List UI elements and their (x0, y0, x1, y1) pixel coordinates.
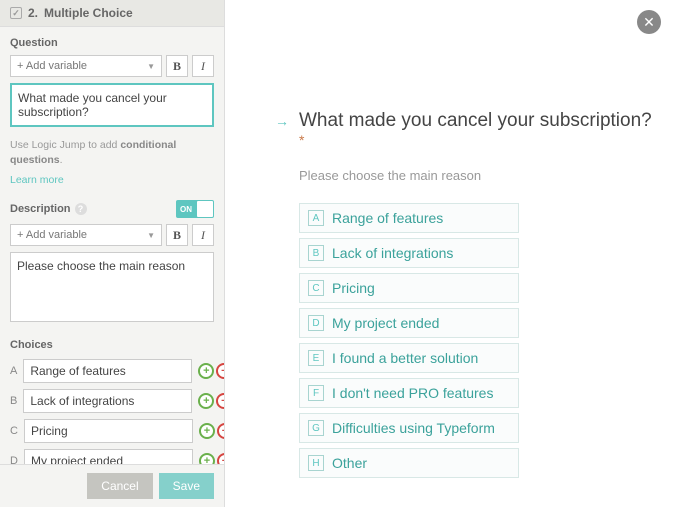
preview-options: A Range of features B Lack of integrations C… (299, 203, 519, 478)
option-label: Lack of integrations (332, 245, 453, 261)
preview-option[interactable]: H Other (299, 448, 519, 478)
question-number: 2. (28, 6, 38, 20)
preview-option[interactable]: G Difficulties using Typeform (299, 413, 519, 443)
choices-label: Choices (10, 339, 214, 351)
learn-more-link[interactable]: Learn more (10, 174, 64, 186)
choice-letter: C (10, 425, 18, 437)
choice-input[interactable] (23, 389, 192, 413)
description-label: Description? ON (10, 200, 214, 218)
option-label: Difficulties using Typeform (332, 420, 495, 436)
choice-row: C+−$ (10, 419, 214, 443)
choice-row: D+−$ (10, 449, 214, 464)
preview-description: Please choose the main reason (299, 168, 655, 183)
required-indicator: * (299, 132, 304, 148)
remove-choice-button[interactable]: − (217, 453, 224, 464)
remove-choice-button[interactable]: − (216, 363, 224, 379)
option-key: D (308, 315, 324, 331)
description-toggle[interactable]: ON (176, 200, 214, 218)
preview-question-title: What made you cancel your subscription?* (299, 110, 655, 158)
choice-letter: A (10, 365, 17, 377)
bold-button-desc[interactable]: B (166, 224, 188, 246)
choice-row: B+−$ (10, 389, 214, 413)
option-key: B (308, 245, 324, 261)
option-key: A (308, 210, 324, 226)
add-variable-dropdown-desc[interactable]: + Add variable ▼ (10, 224, 162, 246)
add-choice-button[interactable]: + (198, 393, 214, 409)
choice-input[interactable] (23, 359, 192, 383)
bold-button[interactable]: B (166, 55, 188, 77)
question-type: Multiple Choice (44, 6, 133, 20)
option-label: My project ended (332, 315, 439, 331)
remove-choice-button[interactable]: − (217, 423, 224, 439)
choices-list: A+−$B+−$C+−$D+−$E+−$ (10, 359, 214, 464)
preview-option[interactable]: E I found a better solution (299, 343, 519, 373)
option-key: G (308, 420, 324, 436)
choice-input[interactable] (24, 449, 193, 464)
chevron-down-icon: ▼ (147, 231, 155, 240)
option-label: Range of features (332, 210, 443, 226)
option-key: E (308, 350, 324, 366)
italic-button[interactable]: I (192, 55, 214, 77)
preview-option[interactable]: F I don't need PRO features (299, 378, 519, 408)
preview-panel: ✕ → What made you cancel your subscripti… (225, 0, 675, 507)
cancel-button[interactable]: Cancel (87, 473, 152, 499)
editor-header: ✓ 2. Multiple Choice (0, 0, 224, 27)
question-label: Question (10, 37, 214, 49)
editor-body: Question + Add variable ▼ B I Use Logic … (0, 27, 224, 464)
arrow-right-icon: → (275, 113, 289, 129)
question-input[interactable] (10, 83, 214, 127)
logic-jump-hint: Use Logic Jump to add conditional questi… (10, 138, 214, 167)
close-icon: ✕ (643, 14, 655, 31)
option-key: F (308, 385, 324, 401)
preview-option[interactable]: C Pricing (299, 273, 519, 303)
close-button[interactable]: ✕ (637, 10, 661, 34)
option-label: I found a better solution (332, 350, 478, 366)
add-choice-button[interactable]: + (199, 423, 215, 439)
save-button[interactable]: Save (159, 473, 214, 499)
add-choice-button[interactable]: + (198, 363, 214, 379)
option-label: Other (332, 455, 367, 471)
description-input[interactable] (10, 252, 214, 322)
checkbox-icon: ✓ (10, 7, 22, 19)
help-icon[interactable]: ? (75, 203, 87, 215)
choice-input[interactable] (24, 419, 193, 443)
choice-letter: D (10, 455, 18, 464)
choice-letter: B (10, 395, 17, 407)
preview-option[interactable]: A Range of features (299, 203, 519, 233)
choice-row: A+−$ (10, 359, 214, 383)
option-key: C (308, 280, 324, 296)
editor-footer: Cancel Save (0, 464, 224, 507)
editor-panel: ✓ 2. Multiple Choice Question + Add vari… (0, 0, 225, 507)
add-choice-button[interactable]: + (199, 453, 215, 464)
option-label: I don't need PRO features (332, 385, 493, 401)
preview-option[interactable]: D My project ended (299, 308, 519, 338)
add-variable-dropdown[interactable]: + Add variable ▼ (10, 55, 162, 77)
italic-button-desc[interactable]: I (192, 224, 214, 246)
chevron-down-icon: ▼ (147, 62, 155, 71)
option-key: H (308, 455, 324, 471)
preview-option[interactable]: B Lack of integrations (299, 238, 519, 268)
remove-choice-button[interactable]: − (216, 393, 224, 409)
option-label: Pricing (332, 280, 375, 296)
